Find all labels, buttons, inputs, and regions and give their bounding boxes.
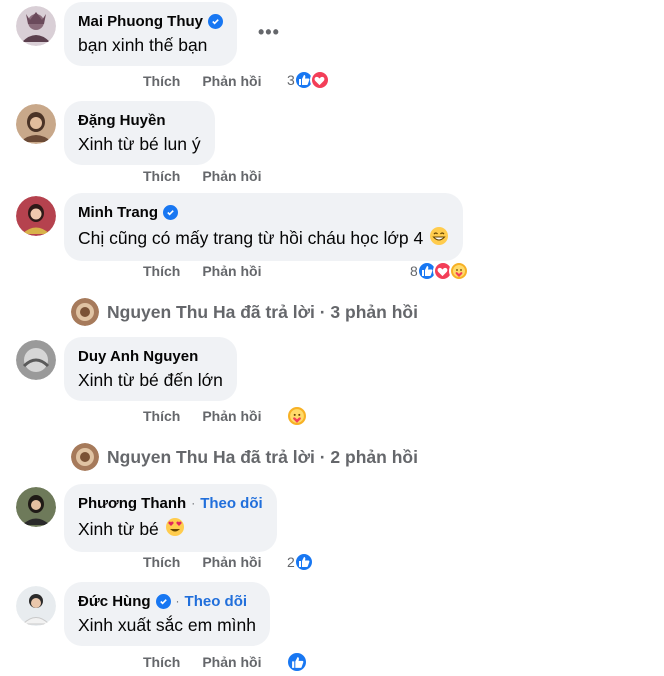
author-name[interactable]: Minh Trang <box>78 204 158 221</box>
separator-dot: · <box>191 496 196 510</box>
author-name[interactable]: Mai Phuong Thuy <box>78 13 203 30</box>
comment-text: Xinh xuất sắc em mình <box>78 615 256 635</box>
like-button[interactable]: Thích <box>143 168 180 184</box>
comment-text: Chị cũng có mấy trang từ hồi cháu học lớ… <box>78 228 424 248</box>
view-replies-link[interactable]: Nguyen Thu Ha đã trả lời · 2 phản hồi <box>71 443 418 471</box>
verified-badge-icon <box>208 13 223 29</box>
more-options-icon[interactable]: ••• <box>258 22 280 43</box>
reply-button[interactable]: Phản hồi <box>202 263 261 279</box>
like-button[interactable]: Thích <box>143 263 180 279</box>
follow-button[interactable]: Theo dõi <box>185 593 248 610</box>
reply-button[interactable]: Phản hồi <box>202 73 261 89</box>
like-reaction-icon <box>293 552 314 572</box>
comment-text: Xinh từ bé <box>78 519 159 539</box>
love-reaction-icon <box>309 70 330 90</box>
avatar[interactable] <box>16 104 56 144</box>
like-button[interactable]: Thích <box>143 408 180 424</box>
reply-button[interactable]: Phản hồi <box>202 408 261 424</box>
comment-bubble: Đặng Huyền Xinh từ bé lun ý <box>64 101 215 165</box>
avatar[interactable] <box>16 487 56 527</box>
replies-summary[interactable]: Nguyen Thu Ha đã trả lời · 3 phản hồi <box>107 302 418 323</box>
comment-bubble: Đức Hùng · Theo dõi Xinh xuất sắc em mìn… <box>64 582 270 646</box>
author-name[interactable]: Duy Anh Nguyen <box>78 348 198 365</box>
care-reaction-icon <box>286 405 308 427</box>
verified-badge-icon <box>155 593 171 609</box>
care-reaction-icon <box>448 261 469 281</box>
reply-avatar <box>71 443 99 471</box>
author-name[interactable]: Phương Thanh <box>78 495 186 512</box>
reaction-summary[interactable] <box>286 651 308 673</box>
view-replies-link[interactable]: Nguyen Thu Ha đã trả lời · 3 phản hồi <box>71 298 418 326</box>
comment-bubble: Mai Phuong Thuy bạn xinh thế bạn <box>64 2 237 66</box>
reaction-summary[interactable]: 3 <box>287 70 330 90</box>
reply-button[interactable]: Phản hồi <box>202 168 261 184</box>
like-button[interactable]: Thích <box>143 654 180 670</box>
like-button[interactable]: Thích <box>143 73 180 89</box>
reply-avatar <box>71 298 99 326</box>
author-name[interactable]: Đức Hùng <box>78 593 151 610</box>
comment-text: Xinh từ bé đến lớn <box>78 370 223 390</box>
grinning-emoji-icon <box>429 226 449 251</box>
comment-bubble: Phương Thanh · Theo dõi Xinh từ bé <box>64 484 277 552</box>
avatar[interactable] <box>16 586 56 626</box>
replies-summary[interactable]: Nguyen Thu Ha đã trả lời · 2 phản hồi <box>107 447 418 468</box>
reaction-summary[interactable]: 2 <box>287 552 314 572</box>
comment-bubble: Minh Trang Chị cũng có mấy trang từ hồi … <box>64 193 464 261</box>
verified-badge-icon <box>163 204 178 220</box>
separator-dot: · <box>175 594 180 608</box>
avatar[interactable] <box>16 6 56 46</box>
follow-button[interactable]: Theo dõi <box>200 495 263 512</box>
reply-button[interactable]: Phản hồi <box>202 554 261 570</box>
like-button[interactable]: Thích <box>143 554 180 570</box>
reaction-summary[interactable] <box>286 405 308 427</box>
heart-eyes-emoji-icon <box>165 517 185 542</box>
reaction-summary[interactable]: 8 <box>410 261 469 281</box>
comment-text: bạn xinh thế bạn <box>78 35 208 55</box>
author-name[interactable]: Đặng Huyền <box>78 112 166 129</box>
avatar[interactable] <box>16 196 56 236</box>
comment-bubble: Duy Anh Nguyen Xinh từ bé đến lớn <box>64 337 237 401</box>
avatar[interactable] <box>16 340 56 380</box>
like-reaction-icon <box>286 651 308 673</box>
reply-button[interactable]: Phản hồi <box>202 654 261 670</box>
comment-text: Xinh từ bé lun ý <box>78 134 201 154</box>
